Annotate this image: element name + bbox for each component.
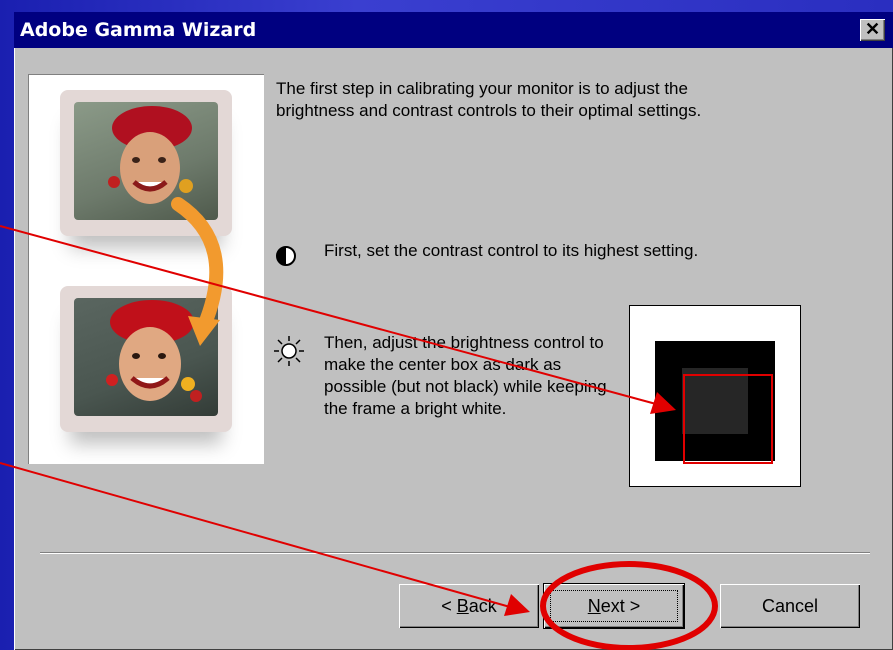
contrast-icon [276, 246, 296, 266]
test-center-box [682, 368, 748, 434]
gamma-wizard-dialog: Adobe Gamma Wizard ✕ The first step in c… [14, 12, 893, 650]
back-prefix: < [441, 596, 457, 616]
back-button[interactable]: < Back [399, 584, 539, 628]
close-button[interactable]: ✕ [860, 19, 885, 41]
illustration-panel [28, 74, 264, 464]
intro-text: The first step in calibrating your monit… [276, 79, 702, 120]
brightness-instruction: Then, adjust the brightness control to m… [324, 333, 607, 418]
title-bar[interactable]: Adobe Gamma Wizard ✕ [14, 12, 893, 48]
curved-arrow-icon [171, 197, 224, 346]
back-rest: ack [468, 596, 497, 616]
contrast-instruction: First, set the contrast control to its h… [324, 241, 699, 260]
back-accel: B [456, 596, 469, 616]
next-rest: ext > [600, 596, 641, 616]
close-icon: ✕ [864, 19, 881, 39]
sun-icon [274, 336, 304, 366]
separator-line [40, 552, 870, 554]
window-title: Adobe Gamma Wizard [20, 19, 257, 41]
next-accel: N [587, 596, 601, 616]
next-button[interactable]: Next > [544, 584, 684, 628]
test-black-frame [655, 341, 775, 461]
cancel-button[interactable]: Cancel [720, 584, 860, 628]
brightness-test-pattern [629, 305, 801, 487]
